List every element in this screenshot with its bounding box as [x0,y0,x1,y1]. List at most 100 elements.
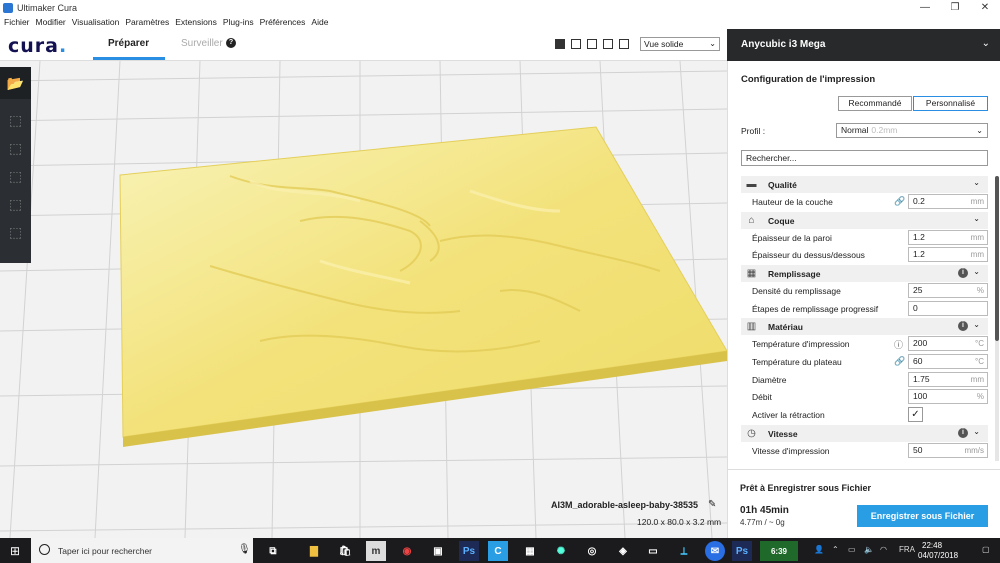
photoshop-icon[interactable]: Ps [732,541,752,561]
windows-start-icon[interactable]: ⊞ [10,544,20,558]
file-explorer-icon[interactable]: ▇ [304,541,324,561]
minimize-button[interactable]: — [910,2,940,13]
material-icon: ▥ [746,321,757,332]
category-quality[interactable]: ▬ Qualité ⌄ [741,176,988,193]
infill-density-field[interactable]: 25% [908,283,988,298]
printer-selector[interactable]: Anycubic i3 Mega ⌄ [727,29,1000,61]
menu-view[interactable]: Visualisation [72,17,120,27]
move-tool-icon[interactable]: ⬚ [0,106,31,134]
cura-taskbar-icon[interactable]: C [488,541,508,561]
mirror-tool-icon[interactable]: ⬚ [0,190,31,218]
title-bar: Ultimaker Cura — ❐ ✕ [0,0,1000,15]
microphone-icon[interactable]: 🎙 [238,544,251,555]
diameter-field[interactable]: 1.75 mm [908,372,988,387]
menu-preferences[interactable]: Préférences [260,17,306,27]
print-speed-field[interactable]: 50 mm/s [908,443,988,458]
output-panel: Prêt à Enregistrer sous Fichier 01h 45mi… [727,469,1000,538]
app-icon[interactable]: m [366,541,386,561]
volume-icon[interactable]: 🔈 [864,545,874,554]
help-icon[interactable]: ? [226,38,236,48]
profile-select[interactable]: Normal 0.2mm ⌄ [836,123,988,138]
active-tab-indicator [93,57,165,60]
view-mode-select[interactable]: Vue solide ⌄ [640,37,720,51]
chevron-down-icon: ⌄ [973,178,980,187]
view-right-icon[interactable] [619,39,629,49]
category-infill[interactable]: ▦ Remplissage i ⌄ [741,265,988,282]
task-view-icon[interactable]: ⧉ [263,541,283,561]
build-plate-grid [0,61,727,538]
maximize-button[interactable]: ❐ [940,2,970,13]
chrome-icon[interactable]: ◉ [397,541,417,561]
app-icon[interactable]: ✺ [551,541,571,561]
menu-settings[interactable]: Paramètres [125,17,169,27]
info-icon[interactable]: i [958,321,968,331]
messenger-icon[interactable]: ✉ [705,541,725,561]
profile-label: Profil : [741,126,766,136]
top-bottom-thickness-field[interactable]: 1.2 mm [908,247,988,262]
taskbar-search[interactable]: Taper ici pour rechercher 🎙 [31,538,253,563]
link-icon[interactable]: 🔗 [894,196,905,207]
view-front-icon[interactable] [571,39,581,49]
setting-row: Densité du remplissage 25% [752,283,988,300]
clock-date[interactable]: 04/07/2018 [918,551,958,560]
view-3d-icon[interactable] [555,39,565,49]
app-icon[interactable]: ◎ [582,541,602,561]
menu-file[interactable]: Fichier [4,17,30,27]
battery-app-icon[interactable]: 6:39 [760,541,798,561]
per-model-settings-icon[interactable]: ⬚ [0,218,31,246]
calculator-icon[interactable]: ▦ [520,541,540,561]
clock-time[interactable]: 22:48 [922,541,942,550]
view-top-icon[interactable] [587,39,597,49]
notifications-icon[interactable]: ▢ [982,545,990,554]
wall-thickness-field[interactable]: 1.2 mm [908,230,988,245]
scale-tool-icon[interactable]: ⬚ [0,134,31,162]
flow-field[interactable]: 100% [908,389,988,404]
info-icon[interactable]: i [958,428,968,438]
rotate-tool-icon[interactable]: ⬚ [0,162,31,190]
app-icon[interactable]: ◈ [613,541,633,561]
category-shell[interactable]: ⌂ Coque ⌄ [741,212,988,229]
build-plate-viewport[interactable] [0,61,727,538]
info-icon[interactable]: i [958,268,968,278]
network-icon[interactable]: ▭ [848,545,856,554]
language-indicator[interactable]: FRA [899,545,915,554]
menu-edit[interactable]: Modifier [36,17,66,27]
view-left-icon[interactable] [603,39,613,49]
retraction-checkbox[interactable]: ✓ [908,407,923,422]
wifi-icon[interactable]: ◠ [880,545,887,554]
photoshop-icon[interactable]: Ps [459,541,479,561]
print-temperature-field[interactable]: 200 °C [908,336,988,351]
category-speed[interactable]: ◷ Vitesse i ⌄ [741,425,988,442]
edit-icon[interactable]: ✎ [708,499,716,510]
menu-help[interactable]: Aide [311,17,328,27]
setting-row: Vitesse d'impression 50 mm/s [752,443,988,460]
printer-name: Anycubic i3 Mega [741,39,826,50]
app-icon[interactable]: ▭ [643,541,663,561]
link-icon[interactable]: 🔗 [894,356,905,367]
info-icon[interactable]: ⓘ [894,338,903,351]
gradual-infill-field[interactable]: 0 [908,301,988,316]
save-to-file-button[interactable]: Enregistrer sous Fichier [857,505,988,527]
tab-monitor[interactable]: Surveiller [181,38,223,49]
menu-extensions[interactable]: Extensions [175,17,217,27]
bed-temperature-field[interactable]: 60 °C [908,354,988,369]
material-estimate: 4.77m / ~ 0g [740,518,785,527]
setting-row: Hauteur de la couche 🔗 0.2 mm [752,194,988,211]
recommended-mode-button[interactable]: Recommandé [838,96,912,111]
layer-height-field[interactable]: 0.2 mm [908,194,988,209]
store-icon[interactable]: 🛍 [335,541,355,561]
people-icon[interactable]: 👤 [814,545,824,554]
settings-search-input[interactable]: Rechercher... [741,150,988,166]
open-file-icon[interactable]: 📂 [0,67,31,99]
custom-mode-button[interactable]: Personnalisé [913,96,988,111]
chevron-up-icon[interactable]: ⌃ [832,545,839,554]
app-icon[interactable]: ▣ [428,541,448,561]
chevron-down-icon: ⌄ [973,427,980,436]
tab-prepare[interactable]: Préparer [108,38,149,49]
app-icon[interactable]: ⟂ [674,541,694,561]
close-button[interactable]: ✕ [970,2,1000,13]
setting-row: Débit 100% [752,389,988,406]
menu-plugins[interactable]: Plug-ins [223,17,254,27]
category-material[interactable]: ▥ Matériau i ⌄ [741,318,988,335]
settings-scrollbar[interactable] [995,176,999,341]
